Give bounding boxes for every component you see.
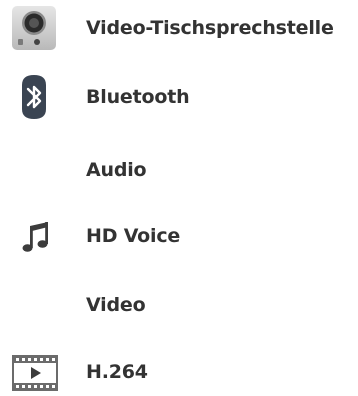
section-label: Video — [86, 294, 146, 316]
feature-label: HD Voice — [86, 225, 181, 247]
feature-label: H.264 — [86, 361, 148, 383]
section-heading-audio: Audio — [0, 148, 358, 192]
feature-label: Video-Tischsprechstelle — [86, 17, 334, 39]
feature-item-bluetooth: Bluetooth — [0, 75, 358, 119]
feature-item-video-desk-station: Video-Tischsprechstelle — [0, 6, 358, 50]
bluetooth-icon — [22, 75, 46, 119]
video-film-icon — [12, 355, 58, 391]
section-label: Audio — [86, 159, 147, 181]
feature-label: Bluetooth — [86, 86, 190, 108]
feature-item-hd-voice: HD Voice — [0, 214, 358, 258]
music-note-icon — [22, 222, 48, 252]
desk-videophone-icon — [12, 6, 56, 50]
feature-item-h264: H.264 — [0, 350, 358, 394]
section-heading-video: Video — [0, 283, 358, 327]
